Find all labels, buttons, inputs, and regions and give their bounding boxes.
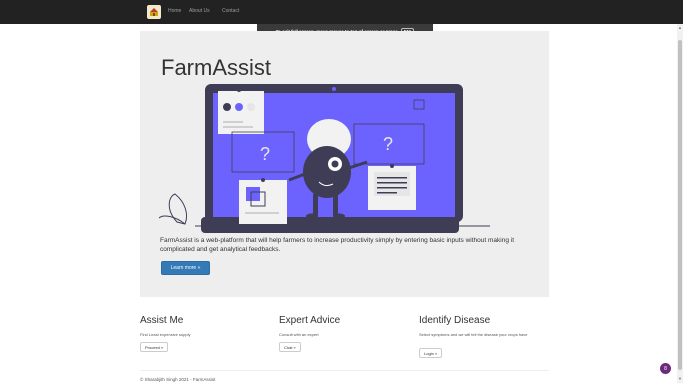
hero-description: FarmAssist is a web-platform that will h… [160, 237, 515, 253]
proceed-button[interactable]: Proceed » [140, 342, 169, 352]
hero-title: FarmAssist [161, 55, 271, 80]
feature-text-identify-disease: Select symptoms and we will tell the dis… [419, 332, 528, 337]
feature-text-assist-me: Find Least expensive supply [140, 332, 191, 337]
scroll-down-arrow-icon[interactable]: ▼ [678, 376, 682, 381]
footer-copyright: © Sharabjith Singh 2021 - FarmAssist [140, 377, 216, 382]
feature-title-expert-advice: Expert Advice [279, 315, 341, 326]
login-button[interactable]: Login » [419, 348, 443, 358]
feature-title-assist-me: Assist Me [140, 315, 184, 326]
svg-text:?: ? [383, 134, 393, 154]
scrollbar-thumb[interactable] [678, 40, 682, 370]
hero-illustration: ? ? [158, 84, 490, 233]
chat-button[interactable]: Chat » [279, 342, 301, 352]
feature-text-expert-advice: Consult with an expert [279, 332, 319, 337]
farm-logo-icon[interactable] [147, 5, 161, 19]
floating-extension-badge[interactable]: 8 [660, 363, 671, 374]
feature-title-identify-disease: Identify Disease [419, 315, 491, 326]
top-navbar: Home About Us Contact [0, 0, 683, 24]
nav-about-link[interactable]: About Us [189, 8, 210, 14]
learn-more-button[interactable]: Learn more » [161, 261, 210, 275]
svg-text:?: ? [260, 144, 270, 164]
nav-contact-link[interactable]: Contact [222, 8, 239, 14]
footer-divider [140, 370, 549, 371]
scroll-up-arrow-icon[interactable]: ▲ [678, 25, 682, 30]
nav-home-link[interactable]: Home [168, 8, 181, 14]
